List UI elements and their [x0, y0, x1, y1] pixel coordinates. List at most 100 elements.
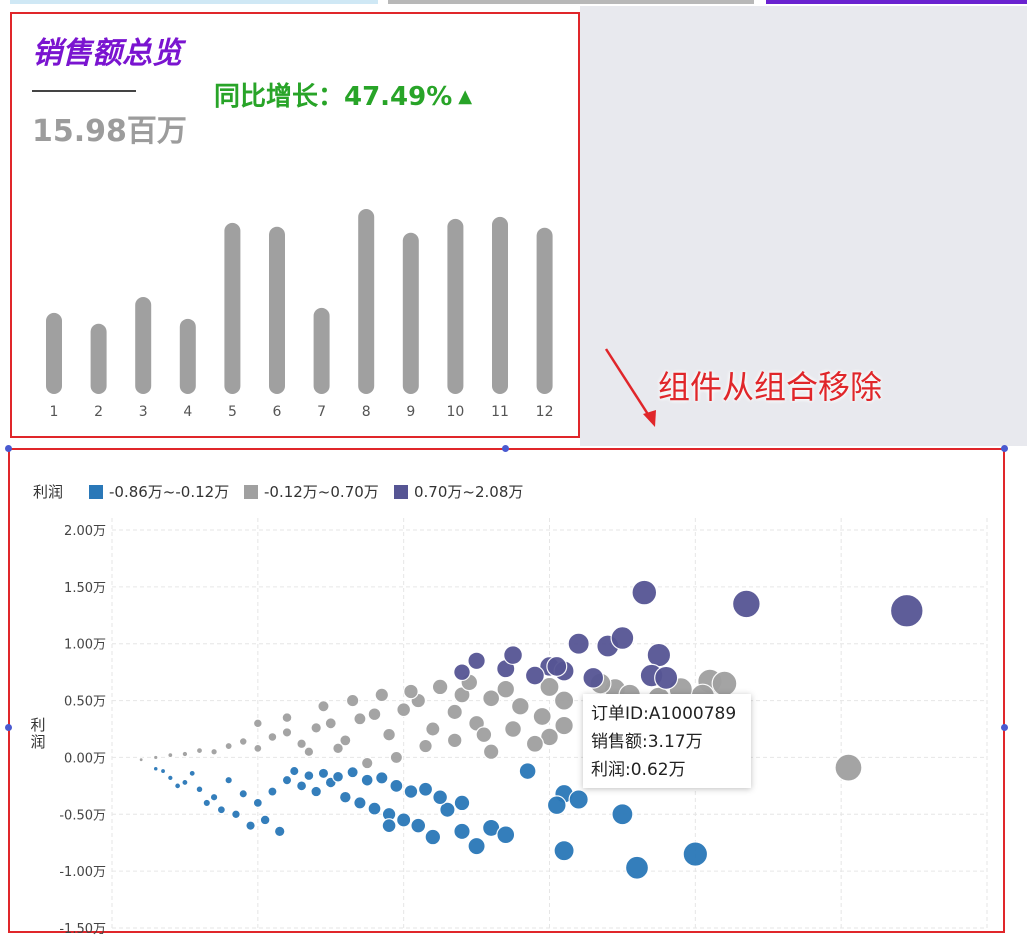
- y-tick-label: 1.50万: [64, 581, 106, 596]
- scatter-point: [303, 770, 315, 782]
- resize-handle-top-center[interactable]: [502, 445, 509, 452]
- scatter-point: [224, 775, 233, 785]
- scatter-point: [711, 670, 738, 697]
- y-tick-label: 0.00万: [64, 751, 106, 766]
- scatter-point: [467, 651, 486, 671]
- y-tick-label: 0.50万: [64, 695, 106, 710]
- legend-item-high[interactable]: 0.70万~2.08万: [394, 481, 523, 502]
- scatter-point: [410, 817, 427, 834]
- scatter-point: [367, 707, 382, 722]
- scatter-point: [238, 789, 248, 799]
- legend-item-negative[interactable]: -0.86万~-0.12万: [89, 481, 229, 502]
- resize-handle-right[interactable]: [1001, 724, 1008, 731]
- scatter-point: [374, 687, 390, 703]
- scatter-point: [504, 720, 522, 738]
- scatter-point: [431, 678, 449, 696]
- scatter-point: [353, 796, 367, 810]
- resize-handle-top-right[interactable]: [1001, 445, 1008, 452]
- scatter-point: [159, 767, 167, 775]
- legend-title: 利润: [33, 483, 64, 501]
- scatter-point: [482, 689, 501, 708]
- scatter-point: [424, 828, 442, 846]
- scatter-point: [375, 771, 389, 785]
- scatter-point: [889, 593, 924, 628]
- scatter-point: [252, 797, 263, 808]
- scatter-point: [273, 825, 286, 838]
- scatter-point: [367, 801, 382, 816]
- y-tick-label: -1.00万: [59, 865, 106, 880]
- scatter-point: [303, 746, 315, 758]
- y-tick-label: -0.50万: [59, 808, 106, 823]
- scatter-point: [281, 774, 293, 786]
- y-tick-label: 1.00万: [64, 638, 106, 653]
- scatter-point: [252, 718, 263, 729]
- scatter-point: [317, 767, 330, 780]
- scatter-point: [654, 665, 679, 690]
- scatter-point: [417, 781, 434, 797]
- scatter-point: [238, 737, 248, 746]
- scatter-point: [567, 632, 590, 655]
- scatter-point: [532, 706, 552, 727]
- scatter-point: [518, 762, 537, 781]
- scatter-point: [267, 786, 278, 797]
- scatter-point: [553, 840, 575, 862]
- scatter-point: [432, 789, 449, 806]
- scatter-point: [195, 747, 204, 755]
- scatter-point: [296, 780, 308, 792]
- scatter-point: [289, 765, 300, 777]
- scatter-point: [281, 712, 293, 724]
- scatter-point: [332, 770, 345, 783]
- scatter-point: [345, 693, 360, 708]
- scatter-point: [360, 756, 374, 770]
- scatter-point: [210, 747, 218, 756]
- scatter-point: [453, 663, 471, 682]
- scatter-point: [338, 790, 352, 804]
- scatter-point: [546, 795, 567, 816]
- scatter-point: [382, 727, 396, 742]
- scatter-point: [317, 700, 330, 713]
- scatter-point: [682, 841, 709, 867]
- scatter-point: [181, 778, 189, 787]
- scatter-point: [496, 825, 516, 845]
- scatter-point: [152, 765, 159, 772]
- legend-item-middle[interactable]: -0.12万~0.70万: [244, 481, 379, 502]
- scatter-point: [389, 778, 404, 793]
- scatter-point: [381, 818, 397, 834]
- scatter-point: [453, 822, 471, 841]
- scatter-point: [834, 753, 863, 782]
- scatter-point: [167, 774, 174, 782]
- y-tick-label: -1.50万: [59, 922, 106, 935]
- scatter-point: [524, 665, 545, 686]
- resize-handle-top-left[interactable]: [5, 445, 12, 452]
- scatter-point: [332, 742, 344, 755]
- scatter-point: [346, 766, 359, 779]
- scatter-point: [152, 754, 159, 761]
- scatter-point: [646, 642, 672, 668]
- scatter-point: [324, 717, 337, 730]
- scatter-point: [446, 703, 463, 721]
- scatter-point: [610, 626, 635, 650]
- scatter-point: [360, 773, 374, 787]
- scatter-point: [475, 726, 493, 744]
- scatter-point: [446, 732, 463, 749]
- scatter-point: [418, 738, 433, 754]
- tooltip-sales: 销售额:3.17万: [591, 732, 703, 752]
- scatter-point: [554, 715, 574, 736]
- legend-label: -0.12万~0.70万: [264, 483, 379, 501]
- scatter-point: [582, 666, 605, 689]
- scatter-point: [568, 789, 589, 810]
- legend-swatch: [89, 485, 103, 499]
- y-axis-label: 润: [30, 733, 45, 751]
- scatter-point: [553, 690, 575, 711]
- scatter-point: [389, 750, 404, 765]
- y-tick-label: 2.00万: [64, 524, 106, 539]
- scatter-point: [188, 769, 196, 777]
- scatter-point: [167, 752, 174, 759]
- scatter-point: [482, 743, 500, 761]
- legend-swatch: [244, 485, 258, 499]
- scatter-point: [195, 785, 204, 794]
- scatter-point: [546, 655, 568, 677]
- scatter-point: [396, 812, 412, 828]
- scatter-point: [174, 782, 182, 790]
- resize-handle-left[interactable]: [5, 724, 12, 731]
